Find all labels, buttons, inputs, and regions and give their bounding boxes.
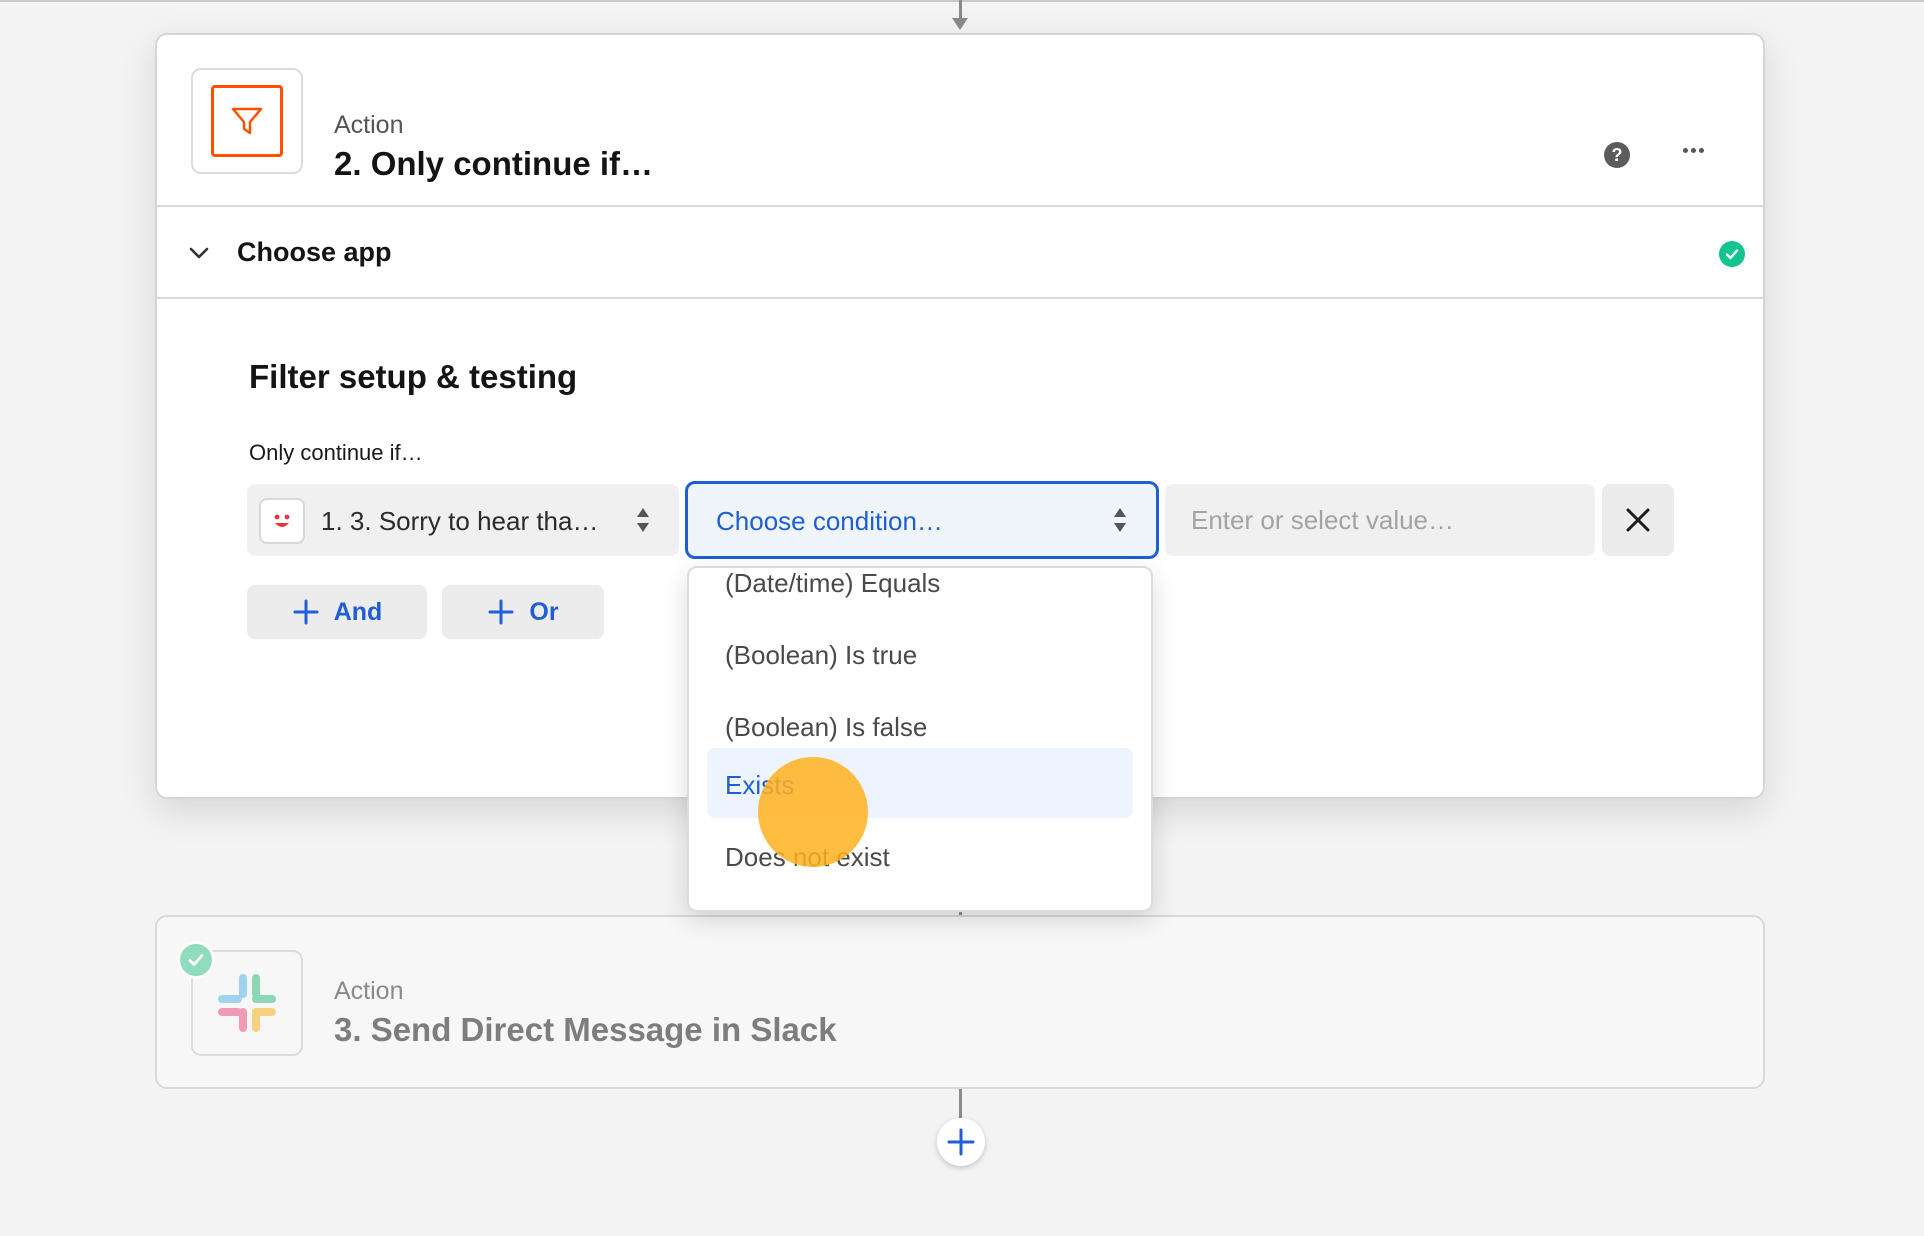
add-and-condition-button[interactable]: And: [247, 585, 427, 639]
add-step-button[interactable]: [937, 1118, 985, 1166]
section-title: Filter setup & testing: [249, 358, 578, 395]
step-title: 2. Only continue if…: [334, 145, 654, 182]
only-continue-if-label: Only continue if…: [249, 440, 423, 465]
connector-top: [959, 0, 962, 20]
field-select[interactable]: 1. 3. Sorry to hear tha…: [247, 484, 679, 556]
step-kind-label: Action: [334, 111, 404, 139]
check-circle-icon: [1719, 241, 1745, 267]
connector-bottom: [959, 1089, 962, 1121]
plus-icon: [488, 599, 514, 625]
filter-funnel-icon: [211, 85, 283, 157]
question-circle-icon[interactable]: ?: [1604, 142, 1630, 168]
help-glyph: ?: [1611, 144, 1623, 165]
plus-icon: [947, 1128, 975, 1156]
condition-dropdown-menu[interactable]: (Date/time) Equals (Boolean) Is true (Bo…: [687, 566, 1153, 912]
plus-icon: [293, 599, 319, 625]
value-input[interactable]: [1165, 484, 1595, 556]
dropdown-option-boolean-true[interactable]: (Boolean) Is true: [707, 618, 1133, 688]
step-title: 3. Send Direct Message in Slack: [334, 1011, 837, 1048]
check-circle-icon: [177, 941, 215, 979]
filter-app-icon-box: [191, 68, 303, 174]
slack-logo-icon: [218, 974, 276, 1032]
sort-arrows-icon: [1114, 508, 1126, 532]
or-button-label: Or: [529, 597, 559, 626]
choose-app-section-toggle[interactable]: Choose app: [157, 207, 1763, 299]
condition-select[interactable]: Choose condition…: [685, 481, 1159, 559]
trigger-app-icon: [259, 498, 305, 544]
remove-condition-button[interactable]: [1602, 484, 1674, 556]
sort-arrows-icon: [637, 508, 649, 532]
close-x-icon: [1626, 508, 1650, 532]
add-or-condition-button[interactable]: Or: [442, 585, 604, 639]
and-button-label: And: [333, 597, 383, 626]
step-header[interactable]: Action 2. Only continue if… ?: [157, 35, 1763, 207]
condition-select-value: Choose condition…: [716, 506, 943, 536]
dropdown-option-datetime-equals[interactable]: (Date/time) Equals: [707, 568, 1133, 616]
connector-arrow-top: [952, 18, 968, 30]
step-kind-label: Action: [334, 977, 404, 1005]
chevron-down-icon: [189, 247, 209, 259]
field-select-value: 1. 3. Sorry to hear tha…: [321, 506, 599, 536]
choose-app-label: Choose app: [237, 237, 392, 267]
top-divider: [0, 0, 1924, 2]
slack-step-card[interactable]: Action 3. Send Direct Message in Slack: [155, 915, 1765, 1089]
more-horizontal-icon[interactable]: [1678, 135, 1708, 165]
click-cursor-indicator: [758, 757, 868, 867]
